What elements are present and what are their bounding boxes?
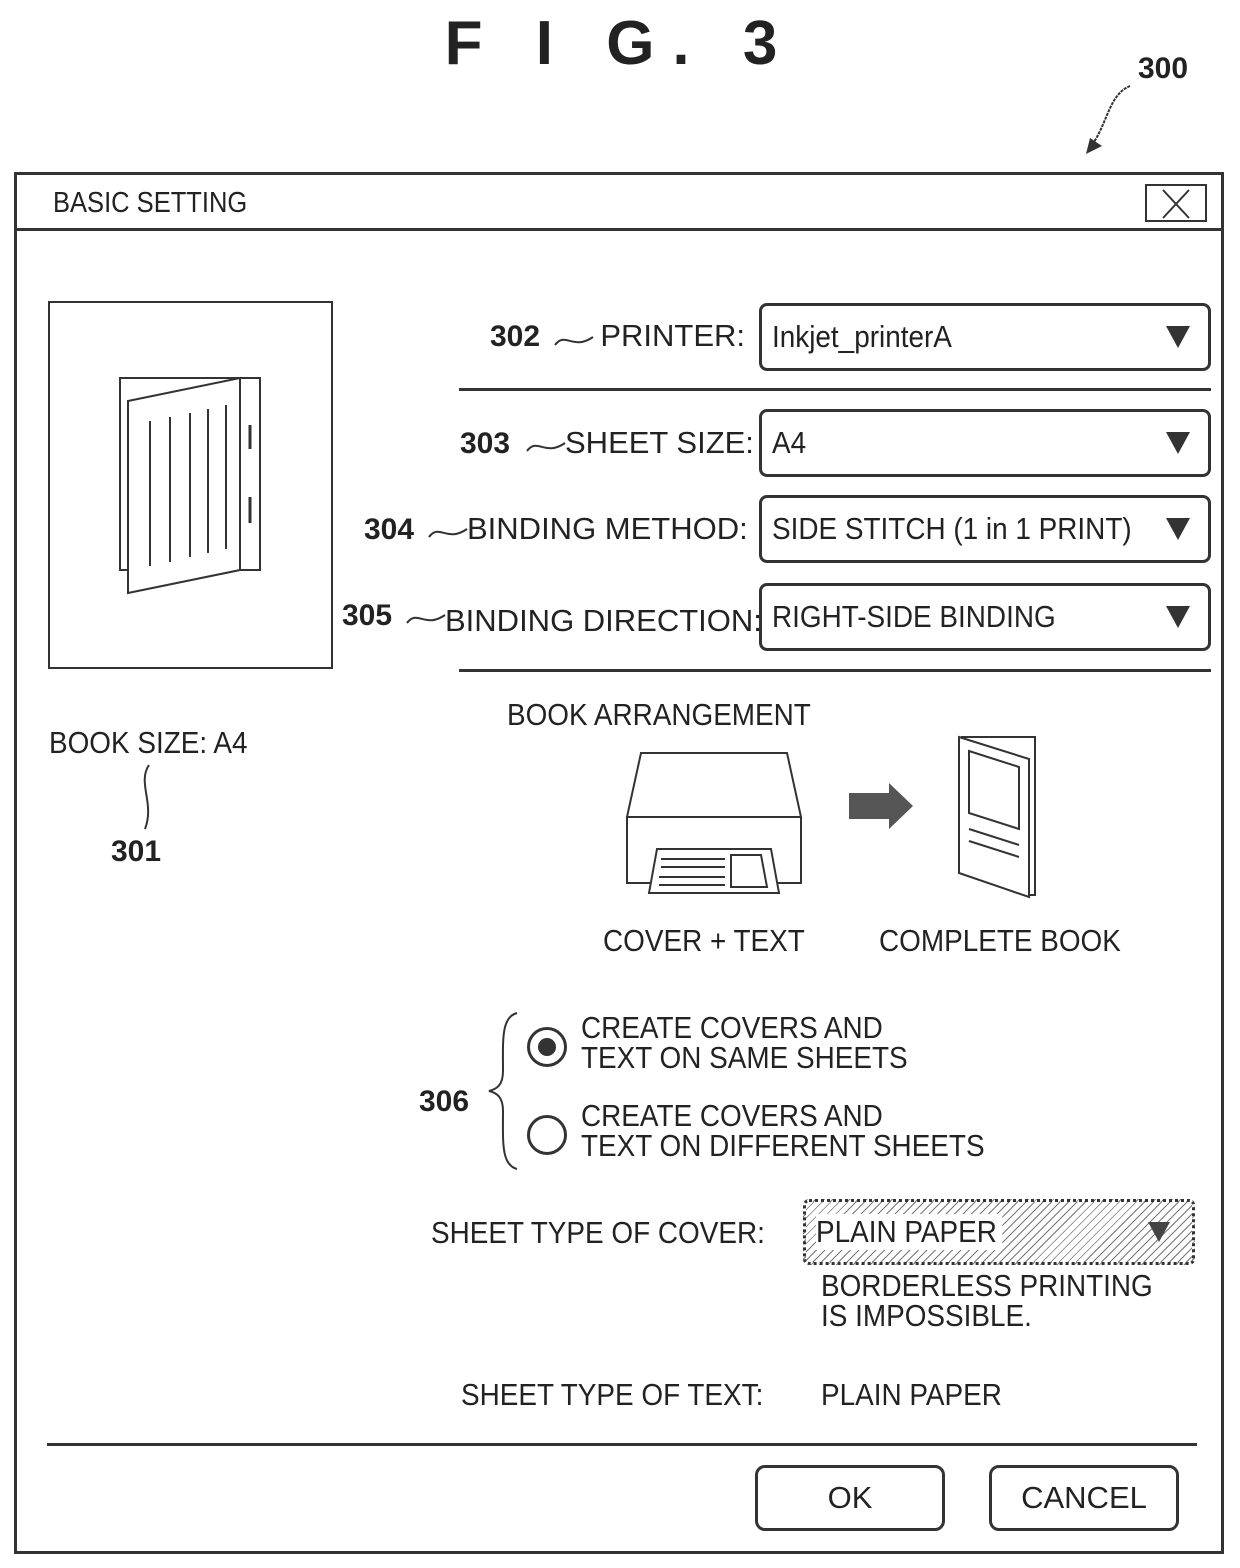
brace-icon xyxy=(488,1012,518,1170)
ref-label-303: 303 xyxy=(460,427,511,460)
complete-book-icon xyxy=(958,735,1036,899)
ok-button[interactable]: OK xyxy=(755,1465,945,1531)
binding-method-label: BINDING METHOD: xyxy=(467,511,748,546)
arrow-right-icon xyxy=(849,783,913,829)
close-button[interactable] xyxy=(1145,184,1207,222)
basic-setting-dialog: BASIC SETTING BOOK SIZE: A4 301 302 PRIN… xyxy=(14,172,1224,1554)
printer-icon xyxy=(625,752,803,894)
binding-direction-label: BINDING DIRECTION: xyxy=(445,603,762,638)
sheet-size-value: A4 xyxy=(772,425,807,460)
figure-title: F I G. 3 xyxy=(444,9,796,78)
radio-button[interactable] xyxy=(527,1027,567,1067)
radio-button[interactable] xyxy=(527,1115,567,1155)
ref-label-304: 304 xyxy=(364,513,415,546)
binding-method-select[interactable]: SIDE STITCH (1 in 1 PRINT) xyxy=(759,495,1211,563)
ref-label-305: 305 xyxy=(342,599,393,632)
sheet-type-text-label: SHEET TYPE OF TEXT: xyxy=(461,1377,764,1412)
radio-option-same-sheets[interactable]: CREATE COVERS AND TEXT ON SAME SHEETS xyxy=(525,1010,1045,1079)
binding-direction-value: RIGHT-SIDE BINDING xyxy=(772,599,1056,634)
radio-option-different-sheets[interactable]: CREATE COVERS AND TEXT ON DIFFERENT SHEE… xyxy=(525,1098,1045,1167)
cover-text-caption: COVER + TEXT xyxy=(603,923,805,958)
leader-line-icon xyxy=(143,764,150,830)
book-preview-icon xyxy=(119,376,261,595)
ref-label-302: 302 xyxy=(490,320,541,353)
cancel-button[interactable]: CANCEL xyxy=(989,1465,1179,1531)
printer-select[interactable]: Inkjet_printerA xyxy=(759,303,1211,371)
leader-tilde-icon xyxy=(406,614,446,624)
ref-label-300: 300 xyxy=(1138,52,1189,85)
leader-arrow-icon xyxy=(1086,85,1131,154)
dropdown-arrow-icon xyxy=(1166,326,1190,348)
binding-direction-select[interactable]: RIGHT-SIDE BINDING xyxy=(759,583,1211,651)
printer-value: Inkjet_printerA xyxy=(772,319,952,354)
sheet-type-cover-select[interactable]: PLAIN PAPER xyxy=(803,1199,1195,1265)
divider xyxy=(459,669,1211,672)
dropdown-arrow-icon xyxy=(1166,432,1190,454)
sheet-size-select[interactable]: A4 xyxy=(759,409,1211,477)
cover-warning-line2: IS IMPOSSIBLE. xyxy=(821,1298,1032,1333)
book-preview xyxy=(48,301,333,669)
sheet-size-label: SHEET SIZE: xyxy=(565,425,754,460)
dropdown-arrow-icon xyxy=(1166,518,1190,540)
printer-label: PRINTER: xyxy=(600,318,745,353)
sheet-type-cover-value: PLAIN PAPER xyxy=(816,1214,1003,1250)
leader-tilde-icon xyxy=(526,442,566,452)
option-line1: CREATE COVERS AND xyxy=(581,1098,883,1133)
complete-book-caption: COMPLETE BOOK xyxy=(879,923,1121,958)
sheet-type-cover-label: SHEET TYPE OF COVER: xyxy=(431,1215,765,1250)
divider xyxy=(459,388,1211,391)
cover-warning-line1: BORDERLESS PRINTING xyxy=(821,1268,1153,1303)
option-line1: CREATE COVERS AND xyxy=(581,1010,883,1045)
option-line2: TEXT ON DIFFERENT SHEETS xyxy=(581,1128,985,1163)
leader-tilde-icon xyxy=(428,528,468,538)
dropdown-arrow-icon xyxy=(1166,606,1190,628)
ref-label-306: 306 xyxy=(419,1085,470,1118)
dropdown-arrow-icon xyxy=(1148,1222,1170,1242)
close-icon xyxy=(1162,189,1190,219)
ref-label-301: 301 xyxy=(111,835,162,868)
book-size-label: BOOK SIZE: A4 xyxy=(49,725,248,760)
book-arrangement-heading: BOOK ARRANGEMENT xyxy=(507,697,811,732)
dialog-titlebar: BASIC SETTING xyxy=(17,175,1221,231)
option-line2: TEXT ON SAME SHEETS xyxy=(581,1040,908,1075)
dialog-title: BASIC SETTING xyxy=(53,187,248,219)
sheet-type-text-value: PLAIN PAPER xyxy=(821,1377,1002,1412)
binding-method-value: SIDE STITCH (1 in 1 PRINT) xyxy=(772,511,1132,546)
divider xyxy=(47,1443,1197,1446)
